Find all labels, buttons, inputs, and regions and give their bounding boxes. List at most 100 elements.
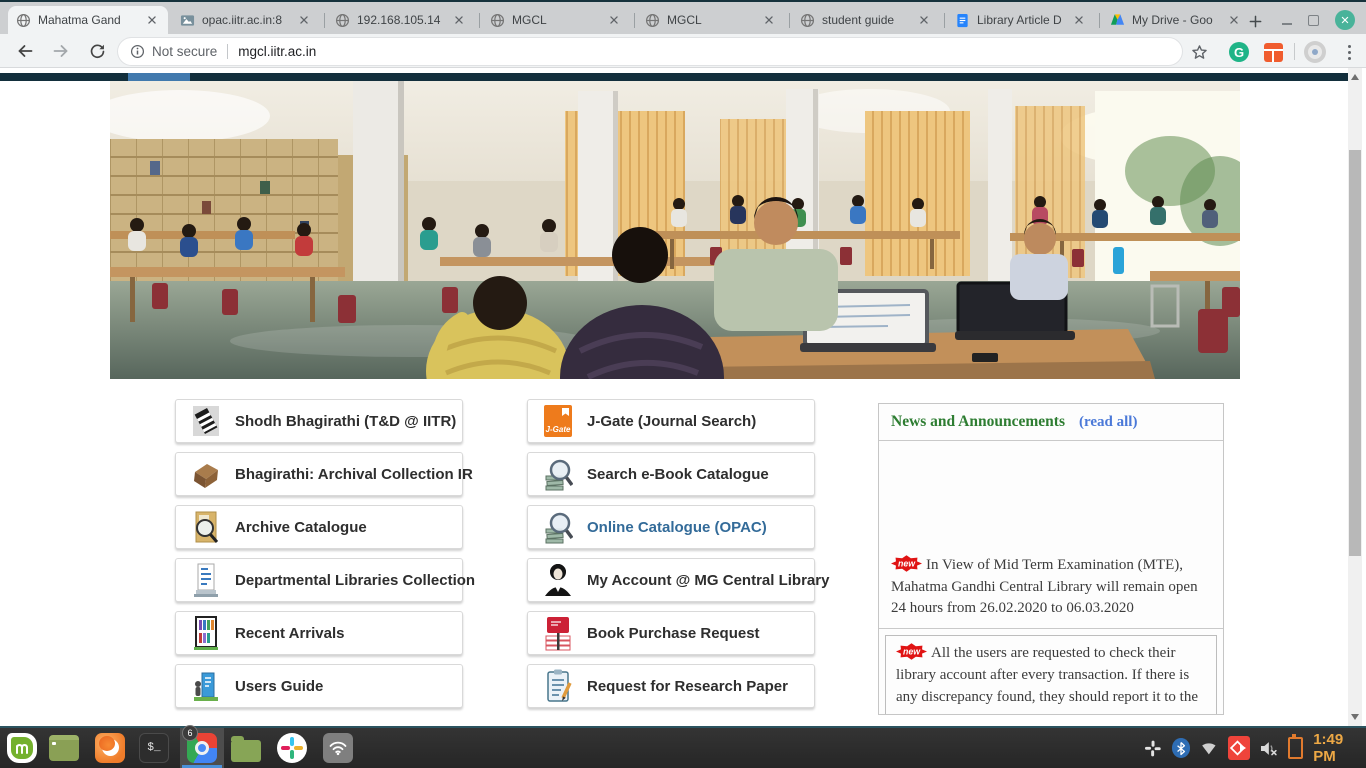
firefox-launcher[interactable]	[94, 732, 126, 764]
book-search-icon	[543, 456, 573, 492]
anydesk-icon[interactable]	[1228, 736, 1250, 760]
taskbar-clock[interactable]: 1:49 PM	[1313, 731, 1366, 765]
tab-divider	[324, 13, 325, 28]
globe-favicon	[645, 13, 660, 28]
link-label: Online Catalogue (OPAC)	[587, 519, 767, 536]
news-text: In View of Mid Term Examination (MTE), M…	[891, 557, 1198, 617]
address-bar[interactable]: Not secure mgcl.iitr.ac.in	[118, 38, 1182, 65]
tab-close-icon[interactable]	[296, 12, 312, 28]
extension-icon[interactable]	[1260, 39, 1286, 65]
site-navbar-strip[interactable]	[0, 73, 1348, 81]
new-tab-button[interactable]	[1243, 10, 1267, 32]
news-panel: News and Announcements(read all) new In …	[878, 403, 1224, 715]
link-ebook-catalogue[interactable]: Search e-Book Catalogue	[527, 452, 815, 496]
security-label: Not secure	[152, 44, 217, 59]
link-label: Book Purchase Request	[587, 625, 760, 642]
scroll-up-arrow[interactable]	[1351, 74, 1359, 80]
news-item: new In View of Mid Term Examination (MTE…	[879, 441, 1223, 629]
show-desktop-button[interactable]	[48, 732, 80, 764]
link-book-purchase[interactable]: Book Purchase Request	[527, 611, 815, 655]
link-users-guide[interactable]: Users Guide	[175, 664, 463, 708]
scroll-down-arrow[interactable]	[1351, 714, 1359, 720]
link-jgate[interactable]: J-Gate J-Gate (Journal Search)	[527, 399, 815, 443]
info-icon[interactable]	[130, 44, 145, 59]
tab-close-icon[interactable]	[1226, 12, 1242, 28]
bookmark-star-icon[interactable]	[1186, 39, 1212, 65]
tab-mgcl-1[interactable]: MGCL	[482, 6, 630, 34]
link-label: Shodh Bhagirathi (T&D @ IITR)	[235, 413, 456, 430]
tab-my-drive[interactable]: My Drive - Goo	[1102, 6, 1250, 34]
read-all-link[interactable]: (read all)	[1079, 414, 1137, 430]
tab-title: Mahatma Gand	[38, 13, 137, 27]
browser-toolbar: Not secure mgcl.iitr.ac.in G	[0, 34, 1366, 68]
user-icon	[543, 562, 573, 598]
omnibox-divider	[227, 44, 228, 59]
tab-close-icon[interactable]	[144, 12, 160, 28]
clipboard-pencil-icon	[543, 668, 573, 704]
forward-button[interactable]	[48, 38, 74, 64]
tab-mahatma-gandhi[interactable]: Mahatma Gand	[8, 6, 168, 34]
link-my-account[interactable]: My Account @ MG Central Library	[527, 558, 815, 602]
reload-button[interactable]	[84, 38, 110, 64]
chrome-window-button[interactable]: 6	[180, 728, 224, 768]
tab-close-icon[interactable]	[761, 12, 777, 28]
back-button[interactable]	[12, 38, 38, 64]
link-label: Recent Arrivals	[235, 625, 345, 642]
profile-avatar[interactable]	[1302, 39, 1328, 65]
scrollbar-thumb[interactable]	[1349, 150, 1361, 556]
new-badge-icon: new	[891, 555, 922, 572]
tab-title: student guide	[822, 13, 909, 27]
desktop-screen: Mahatma Gand opac.iitr.ac.in:8 192.168.1…	[0, 0, 1366, 768]
jgate-icon: J-Gate	[543, 403, 573, 439]
link-bhagirathi-archival[interactable]: Bhagirathi: Archival Collection IR	[175, 452, 463, 496]
system-tray: 1:49 PM	[1144, 728, 1366, 768]
toolbar-divider	[1294, 43, 1295, 60]
files-launcher[interactable]	[230, 732, 262, 764]
library-hero-photo	[110, 81, 1240, 379]
tab-title: MGCL	[512, 13, 599, 27]
tab-ip-address[interactable]: 192.168.105.14	[327, 6, 475, 34]
maximize-button[interactable]	[1308, 15, 1319, 26]
site-navbar-active-item[interactable]	[128, 73, 190, 81]
battery-icon[interactable]	[1288, 737, 1303, 759]
link-recent-arrivals[interactable]: Recent Arrivals	[175, 611, 463, 655]
svg-text:J-Gate: J-Gate	[546, 425, 571, 434]
page-scrollbar[interactable]	[1348, 68, 1362, 726]
browser-menu-icon[interactable]	[1336, 39, 1362, 65]
mint-logo-icon	[7, 733, 37, 763]
tab-student-guide[interactable]: student guide	[792, 6, 940, 34]
link-research-paper-request[interactable]: Request for Research Paper	[527, 664, 815, 708]
slack-launcher[interactable]	[276, 732, 308, 764]
tab-opac[interactable]: opac.iitr.ac.in:8	[172, 6, 320, 34]
tab-library-article[interactable]: Library Article D	[947, 6, 1095, 34]
network-signal-icon[interactable]	[1200, 740, 1218, 757]
slack-tray-icon[interactable]	[1144, 739, 1162, 758]
new-badge-icon: new	[896, 643, 927, 660]
link-departmental-libraries[interactable]: Departmental Libraries Collection	[175, 558, 463, 602]
tab-close-icon[interactable]	[916, 12, 932, 28]
wifi-icon	[323, 733, 353, 763]
tab-close-icon[interactable]	[1071, 12, 1087, 28]
link-opac[interactable]: Online Catalogue (OPAC)	[527, 505, 815, 549]
network-settings-launcher[interactable]	[322, 732, 354, 764]
tab-mgcl-2[interactable]: MGCL	[637, 6, 785, 34]
mint-menu-button[interactable]	[6, 732, 38, 764]
tab-close-icon[interactable]	[451, 12, 467, 28]
guide-kiosk-icon	[191, 668, 221, 704]
volume-muted-icon[interactable]	[1260, 740, 1278, 757]
svg-text:new: new	[898, 558, 916, 568]
bluetooth-icon[interactable]	[1172, 738, 1191, 758]
grammarly-extension-icon[interactable]: G	[1226, 39, 1252, 65]
link-archive-catalogue[interactable]: Archive Catalogue	[175, 505, 463, 549]
globe-favicon	[335, 13, 350, 28]
image-favicon	[180, 13, 195, 28]
tab-divider	[634, 13, 635, 28]
link-shodh-bhagirathi[interactable]: Shodh Bhagirathi (T&D @ IITR)	[175, 399, 463, 443]
minimize-button[interactable]	[1282, 23, 1292, 25]
terminal-launcher[interactable]: $_	[138, 732, 170, 764]
archive-box-icon	[191, 456, 221, 492]
tab-close-icon[interactable]	[606, 12, 622, 28]
close-button[interactable]	[1335, 10, 1355, 30]
tab-divider	[1099, 13, 1100, 28]
globe-favicon	[800, 13, 815, 28]
